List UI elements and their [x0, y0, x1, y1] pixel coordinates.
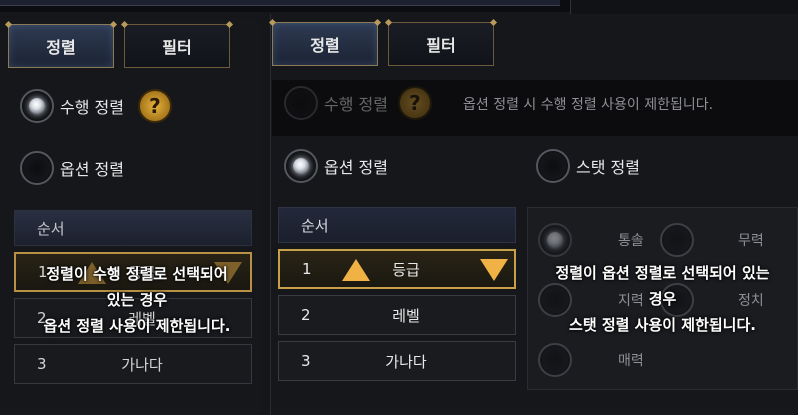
- stat-label: 무력: [738, 233, 764, 249]
- restriction-notice-left: 정렬이 수행 정렬로 선택되어 있는 경우 옵션 정렬 사용이 제한됩니다.: [12, 261, 262, 339]
- list-header: 순서: [278, 207, 516, 243]
- row-number: 1: [302, 260, 312, 278]
- sort-order-list-right: 순서 1 등급 2 레벨 3 가나다: [278, 207, 516, 381]
- stat-option-charm: 매력: [538, 343, 644, 377]
- window-topbar: [0, 0, 798, 14]
- restriction-notice-right: 정렬이 옵션 정렬로 선택되어 있는 경우 스탯 정렬 사용이 제한됩니다.: [527, 260, 798, 338]
- radio-indicator[interactable]: [284, 149, 318, 183]
- radio-option-sort-left[interactable]: 옵션 정렬: [20, 151, 124, 185]
- notice-line: 있는 경우: [106, 291, 168, 309]
- radio-label: 옵션 정렬: [324, 158, 388, 177]
- radio-indicator: [660, 223, 694, 257]
- radio-label: 스탯 정렬: [576, 158, 640, 177]
- radio-performance-sort-left[interactable]: 수행 정렬 ?: [20, 89, 172, 123]
- row-number: 3: [301, 352, 311, 370]
- radio-option-sort-right[interactable]: 옵션 정렬: [284, 149, 388, 183]
- notice-line: 옵션 정렬 사용이 제한됩니다.: [43, 317, 231, 335]
- notice-line: 정렬이 수행 정렬로 선택되어: [46, 265, 228, 283]
- notice-line: 정렬이 옵션 정렬로 선택되어 있는: [555, 264, 770, 282]
- radio-performance-sort-right: 수행 정렬 ?: [284, 86, 432, 120]
- inline-restriction-notice: 옵션 정렬 시 수행 정렬 사용이 제한됩니다.: [463, 97, 714, 113]
- row-label: 가나다: [121, 355, 163, 374]
- list-row-3[interactable]: 3 가나다: [14, 344, 252, 384]
- radio-label: 옵션 정렬: [60, 160, 124, 179]
- move-up-icon[interactable]: [342, 259, 370, 281]
- radio-indicator: [538, 223, 572, 257]
- list-row-3[interactable]: 3 가나다: [278, 341, 516, 381]
- radio-indicator: [538, 343, 572, 377]
- stat-label: 매력: [618, 353, 644, 369]
- stat-label: 통솔: [618, 233, 644, 249]
- radio-indicator[interactable]: [20, 151, 54, 185]
- topbar-strip: [0, 0, 560, 6]
- move-down-icon[interactable]: [480, 259, 508, 281]
- stat-option-command: 통솔: [538, 223, 644, 257]
- notice-line: 스탯 정렬 사용이 제한됩니다.: [569, 316, 756, 334]
- topbar-strip-right: [570, 0, 798, 14]
- row-number: 2: [301, 306, 311, 324]
- help-icon[interactable]: ?: [137, 89, 172, 123]
- row-label: 레벨: [392, 306, 420, 325]
- row-number: 3: [37, 355, 47, 373]
- notice-line: 경우: [648, 290, 677, 308]
- radio-indicator[interactable]: [20, 89, 54, 123]
- tab-sort-left[interactable]: 정렬: [8, 24, 114, 68]
- radio-label: 수행 정렬: [60, 98, 124, 117]
- stat-option-war: 무력: [660, 223, 764, 257]
- radio-label: 수행 정렬: [324, 95, 388, 114]
- radio-indicator[interactable]: [536, 149, 570, 183]
- list-header: 순서: [14, 210, 252, 246]
- radio-indicator: [284, 86, 318, 120]
- help-icon: ?: [397, 86, 432, 120]
- list-row-1[interactable]: 1 등급: [278, 249, 516, 289]
- row-label: 가나다: [385, 352, 427, 371]
- list-row-2[interactable]: 2 레벨: [278, 295, 516, 335]
- radio-stat-sort-right[interactable]: 스탯 정렬: [536, 149, 640, 183]
- tab-filter-left[interactable]: 필터: [124, 24, 230, 68]
- tab-filter-right[interactable]: 필터: [388, 22, 494, 66]
- tab-sort-right[interactable]: 정렬: [272, 22, 378, 66]
